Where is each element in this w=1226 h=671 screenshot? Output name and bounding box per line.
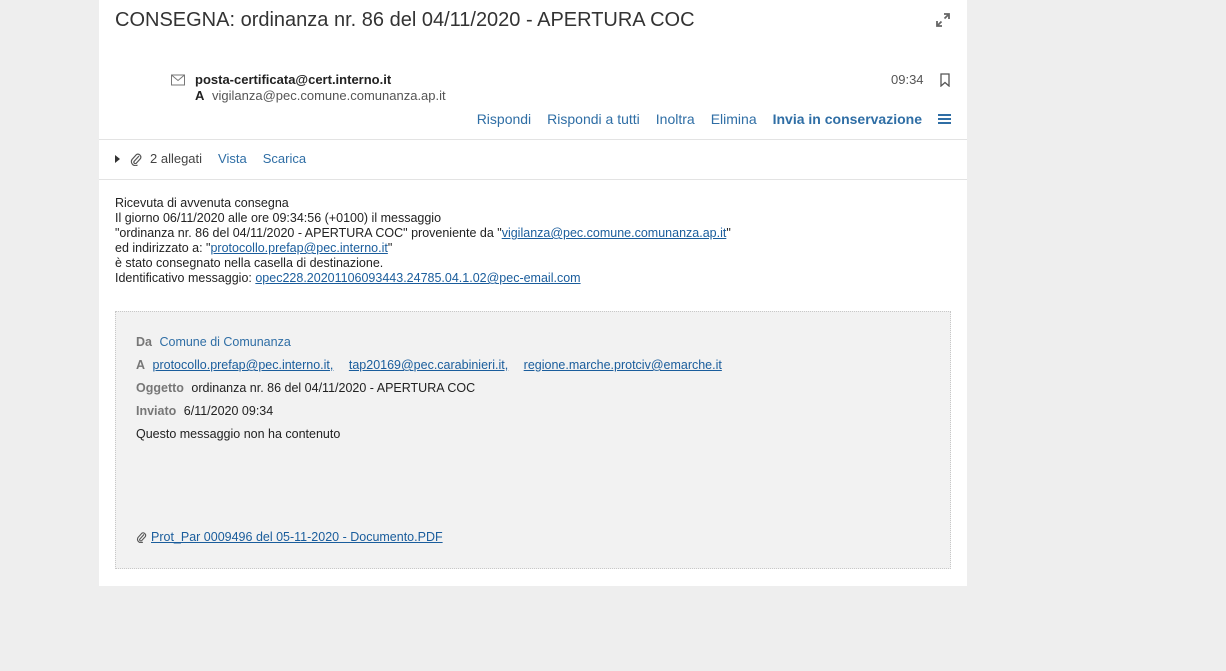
expand-attachments-icon[interactable]: [115, 154, 120, 163]
attachments-divider: [99, 179, 967, 180]
body-line: "ordinanza nr. 86 del 04/11/2020 - APERT…: [115, 226, 731, 240]
quoted-from-row: Da Comune di Comunanza: [136, 335, 291, 349]
reply-all-button[interactable]: Rispondi a tutti: [547, 111, 640, 127]
attachments-bar: 2 allegati Vista Scarica: [115, 151, 306, 166]
body-line: Il giorno 06/11/2020 alle ore 09:34:56 (…: [115, 211, 442, 225]
quoted-recipient-link[interactable]: regione.marche.protciv@emarche.it: [524, 358, 722, 372]
quoted-recipient-link[interactable]: tap20169@pec.carabinieri.it,: [349, 358, 508, 372]
quoted-sender-link[interactable]: Comune di Comunanza: [159, 335, 290, 349]
delete-button[interactable]: Elimina: [711, 111, 757, 127]
quoted-subject-row: Oggetto ordinanza nr. 86 del 04/11/2020 …: [136, 381, 476, 395]
quoted-attachment-link[interactable]: Prot_Par 0009496 del 05-11-2020 - Docume…: [151, 530, 443, 544]
recipient-address[interactable]: vigilanza@pec.comune.comunanza.ap.it: [212, 88, 446, 103]
message-body: Ricevuta di avvenuta consegna Il giorno …: [115, 196, 731, 286]
quoted-attachment: Prot_Par 0009496 del 05-11-2020 - Docume…: [136, 530, 443, 544]
quoted-to-row: A protocollo.prefap@pec.interno.it, tap2…: [136, 358, 722, 372]
recipient-row: A vigilanza@pec.comune.comunanza.ap.it: [195, 88, 446, 103]
envelope-icon: [171, 74, 185, 86]
body-line: Identificativo messaggio: opec228.202011…: [115, 271, 581, 285]
paperclip-icon: [130, 153, 142, 166]
quoted-sent-date: 6/11/2020 09:34: [183, 404, 274, 418]
expand-icon[interactable]: [935, 12, 951, 28]
sender-address[interactable]: posta-certificata@cert.interno.it: [195, 72, 391, 87]
view-attachments-link[interactable]: Vista: [218, 151, 247, 166]
hamburger-menu-icon[interactable]: [938, 113, 951, 125]
quoted-subject: ordinanza nr. 86 del 04/11/2020 - APERTU…: [191, 381, 476, 395]
quoted-recipient-link[interactable]: protocollo.prefap@pec.interno.it,: [153, 358, 334, 372]
header-divider: [99, 139, 967, 140]
message-pane: CONSEGNA: ordinanza nr. 86 del 04/11/202…: [99, 0, 967, 586]
bookmark-icon[interactable]: [940, 73, 950, 87]
message-id-link[interactable]: opec228.20201106093443.24785.04.1.02@pec…: [255, 271, 580, 285]
quoted-message: Da Comune di Comunanza A protocollo.pref…: [115, 311, 951, 569]
archive-button[interactable]: Invia in conservazione: [773, 111, 922, 127]
message-actions: Rispondi Rispondi a tutti Inoltra Elimin…: [461, 111, 951, 127]
quoted-sent-row: Inviato 6/11/2020 09:34: [136, 404, 274, 418]
recipient-label: A: [195, 88, 205, 103]
reply-button[interactable]: Rispondi: [477, 111, 531, 127]
recipient-link[interactable]: protocollo.prefap@pec.interno.it: [210, 241, 387, 255]
body-line: Ricevuta di avvenuta consegna: [115, 196, 289, 210]
paperclip-icon: [137, 532, 147, 543]
body-line: è stato consegnato nella casella di dest…: [115, 256, 384, 270]
message-subject: CONSEGNA: ordinanza nr. 86 del 04/11/202…: [115, 9, 695, 31]
sender-link[interactable]: vigilanza@pec.comune.comunanza.ap.it: [502, 226, 727, 240]
message-time: 09:34: [891, 72, 924, 87]
forward-button[interactable]: Inoltra: [656, 111, 695, 127]
attachments-count: 2 allegati: [150, 151, 203, 166]
body-line: ed indirizzato a: "protocollo.prefap@pec…: [115, 241, 393, 255]
download-attachments-link[interactable]: Scarica: [263, 151, 306, 166]
quoted-no-content: Questo messaggio non ha contenuto: [136, 427, 341, 441]
